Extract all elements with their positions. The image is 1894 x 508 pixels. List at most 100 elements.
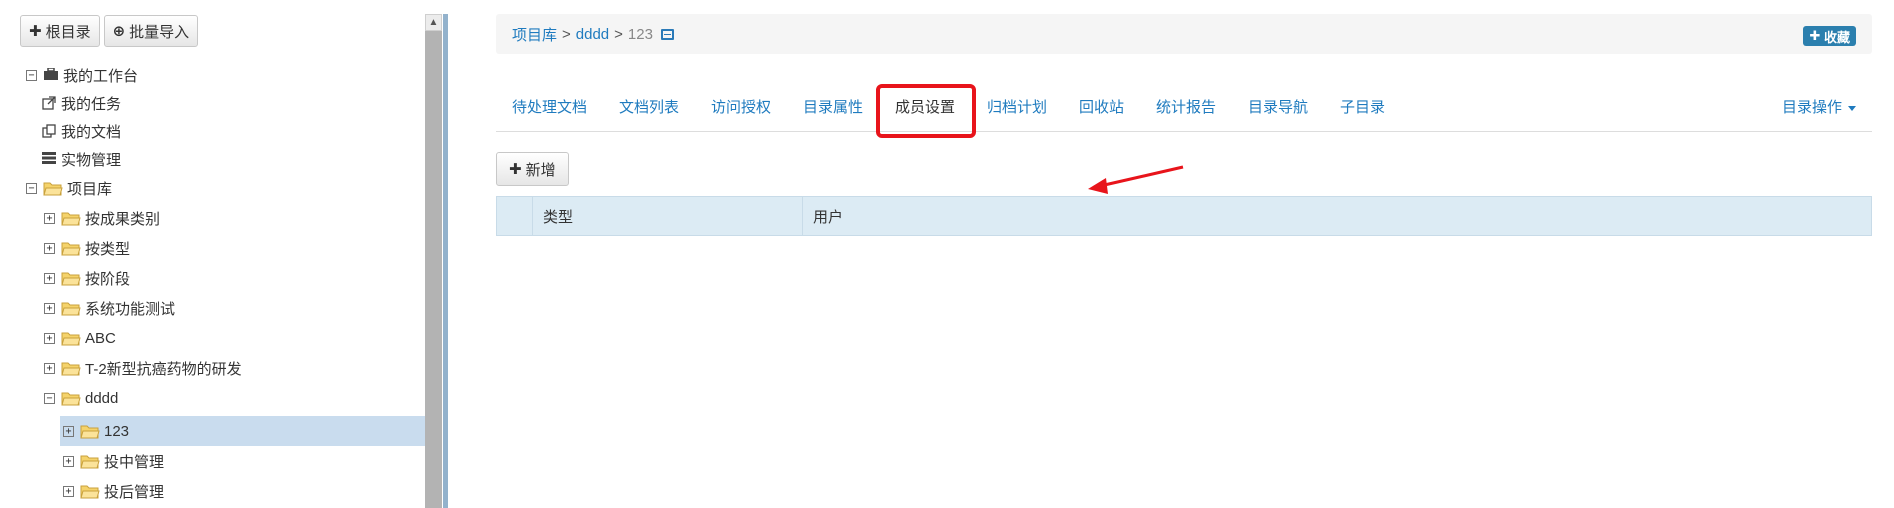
batch-import-button[interactable]: ⊕ 批量导入 bbox=[103, 15, 199, 47]
folder-open-icon bbox=[61, 272, 81, 285]
tree-item-label: 我的工作台 bbox=[63, 67, 139, 85]
sidebar: ✚ 根目录 ⊕ 批量导入 − 我的工作台 我的任务 我的文档 实物管理 − 项目… bbox=[0, 0, 425, 508]
copy-docs-icon bbox=[41, 124, 57, 138]
tree-item-my-docs[interactable]: 我的文档 bbox=[0, 116, 425, 146]
tree-item-post-invest[interactable]: + 投后管理 bbox=[0, 476, 425, 506]
tree-item-physical-mgmt[interactable]: 实物管理 bbox=[0, 144, 425, 174]
tree-item-my-tasks[interactable]: 我的任务 bbox=[0, 88, 425, 118]
expand-toggle-icon[interactable]: + bbox=[44, 212, 55, 224]
tree-item-by-type[interactable]: + 按类型 bbox=[0, 233, 425, 263]
breadcrumb-dddd[interactable]: dddd bbox=[576, 26, 609, 43]
folder-open-icon bbox=[61, 242, 81, 255]
collapse-toggle-icon[interactable]: − bbox=[26, 182, 37, 194]
panel-splitter[interactable] bbox=[443, 14, 448, 508]
folder-open-icon bbox=[80, 425, 100, 438]
tree-item-label: 按成果类别 bbox=[85, 210, 161, 228]
server-icon bbox=[41, 152, 57, 166]
tree-item-workspace[interactable]: − 我的工作台 bbox=[0, 60, 425, 90]
directory-info-icon[interactable] bbox=[660, 28, 674, 40]
breadcrumb-project-lib[interactable]: 项目库 bbox=[512, 24, 557, 45]
folder-open-icon bbox=[80, 485, 100, 498]
select-all-cell[interactable] bbox=[497, 197, 533, 235]
tab-stats-report[interactable]: 统计报告 bbox=[1156, 96, 1216, 117]
sidebar-toolbar: ✚ 根目录 ⊕ 批量导入 bbox=[20, 15, 199, 47]
collapse-toggle-icon[interactable]: − bbox=[26, 69, 37, 81]
caret-down-icon bbox=[1848, 105, 1856, 111]
tab-dir-properties[interactable]: 目录属性 bbox=[803, 96, 863, 117]
plus-icon: ✚ bbox=[509, 161, 522, 178]
tree-item-label: 项目库 bbox=[67, 180, 113, 198]
folder-open-icon bbox=[61, 302, 81, 315]
briefcase-icon bbox=[43, 67, 59, 82]
root-dir-button[interactable]: ✚ 根目录 bbox=[20, 15, 100, 47]
tab-bar: 待处理文档 文档列表 访问授权 目录属性 成员设置 归档计划 回收站 统计报告 … bbox=[496, 82, 1872, 138]
plus-icon: ✚ bbox=[29, 23, 42, 40]
collapse-toggle-icon[interactable]: − bbox=[44, 392, 55, 404]
expand-toggle-icon[interactable]: + bbox=[44, 362, 55, 374]
add-label: 新增 bbox=[525, 161, 556, 179]
tree-item-by-result-type[interactable]: + 按成果类别 bbox=[0, 203, 425, 233]
add-button[interactable]: ✚ 新增 bbox=[496, 152, 569, 186]
breadcrumb-separator: > bbox=[562, 25, 571, 43]
folder-open-icon bbox=[61, 362, 81, 375]
dir-ops-dropdown[interactable]: 目录操作 bbox=[1782, 96, 1856, 117]
upload-circle-icon: ⊕ bbox=[112, 23, 126, 40]
folder-open-icon bbox=[61, 212, 81, 225]
folder-open-icon bbox=[61, 392, 81, 405]
tree-item-abc[interactable]: + ABC bbox=[0, 323, 425, 353]
external-link-icon bbox=[41, 96, 57, 110]
tree-item-mid-invest[interactable]: + 投中管理 bbox=[0, 446, 425, 476]
tab-recycle-bin[interactable]: 回收站 bbox=[1079, 96, 1124, 117]
expand-toggle-icon[interactable]: + bbox=[44, 332, 55, 344]
tree-item-label: 系统功能测试 bbox=[85, 300, 176, 318]
dir-ops-label: 目录操作 bbox=[1781, 99, 1842, 116]
tab-pending-docs[interactable]: 待处理文档 bbox=[512, 96, 587, 117]
tree-item-label: T-2新型抗癌药物的研发 bbox=[85, 360, 242, 378]
expand-toggle-icon[interactable]: + bbox=[44, 272, 55, 284]
tree-item-label: 我的任务 bbox=[61, 95, 122, 113]
scroll-up-arrow-icon[interactable]: ▲ bbox=[425, 14, 442, 31]
members-table-header: 类型 用户 bbox=[496, 196, 1872, 236]
tree-item-label: 按阶段 bbox=[85, 270, 131, 288]
tab-archive-plan[interactable]: 归档计划 bbox=[987, 96, 1047, 117]
tree-item-label: 投后管理 bbox=[104, 483, 165, 501]
column-header-type[interactable]: 类型 bbox=[533, 197, 803, 235]
expand-toggle-icon[interactable]: + bbox=[63, 485, 74, 497]
batch-import-label: 批量导入 bbox=[129, 23, 190, 41]
tree-item-label: 实物管理 bbox=[61, 151, 122, 169]
tree-item-label: ABC bbox=[85, 329, 116, 347]
tree-item-dddd[interactable]: − dddd bbox=[0, 383, 425, 413]
tree-item-label: 123 bbox=[104, 422, 130, 440]
tree-item-by-stage[interactable]: + 按阶段 bbox=[0, 263, 425, 293]
tree-item-label: 投中管理 bbox=[104, 453, 165, 471]
tree-item-sys-func-test[interactable]: + 系统功能测试 bbox=[0, 293, 425, 323]
tree-item-123[interactable]: + 123 bbox=[60, 416, 425, 446]
expand-toggle-icon[interactable]: + bbox=[63, 455, 74, 467]
breadcrumb: 项目库 > dddd > 123 ✚ 收藏 bbox=[496, 14, 1872, 54]
sidebar-scrollbar[interactable] bbox=[425, 14, 442, 508]
tab-member-settings[interactable]: 成员设置 bbox=[895, 96, 955, 117]
favorite-button[interactable]: ✚ 收藏 bbox=[1803, 26, 1856, 46]
tree-item-project-lib[interactable]: − 项目库 bbox=[0, 173, 425, 203]
plus-icon: ✚ bbox=[1809, 28, 1824, 43]
folder-open-icon bbox=[61, 332, 81, 345]
tab-access-auth[interactable]: 访问授权 bbox=[711, 96, 771, 117]
column-header-user[interactable]: 用户 bbox=[803, 197, 843, 235]
main-panel: 项目库 > dddd > 123 ✚ 收藏 待处理文档 文档列表 访问授权 目录… bbox=[496, 14, 1872, 508]
tab-dir-nav[interactable]: 目录导航 bbox=[1248, 96, 1308, 117]
tree-item-label: 按类型 bbox=[85, 240, 131, 258]
tree-item-label: dddd bbox=[85, 389, 119, 407]
breadcrumb-current: 123 bbox=[627, 25, 653, 43]
tree-item-t2-research[interactable]: + T-2新型抗癌药物的研发 bbox=[0, 353, 425, 383]
expand-toggle-icon[interactable]: + bbox=[44, 302, 55, 314]
root-dir-label: 根目录 bbox=[45, 23, 91, 41]
folder-open-icon bbox=[80, 455, 100, 468]
expand-toggle-icon[interactable]: + bbox=[44, 242, 55, 254]
favorite-label: 收藏 bbox=[1823, 29, 1850, 45]
tree-item-label: 我的文档 bbox=[61, 123, 122, 141]
breadcrumb-separator: > bbox=[614, 25, 623, 43]
folder-open-icon bbox=[43, 182, 63, 195]
expand-toggle-icon[interactable]: + bbox=[63, 425, 74, 437]
tab-subdirs[interactable]: 子目录 bbox=[1340, 96, 1385, 117]
tab-doc-list[interactable]: 文档列表 bbox=[619, 96, 679, 117]
